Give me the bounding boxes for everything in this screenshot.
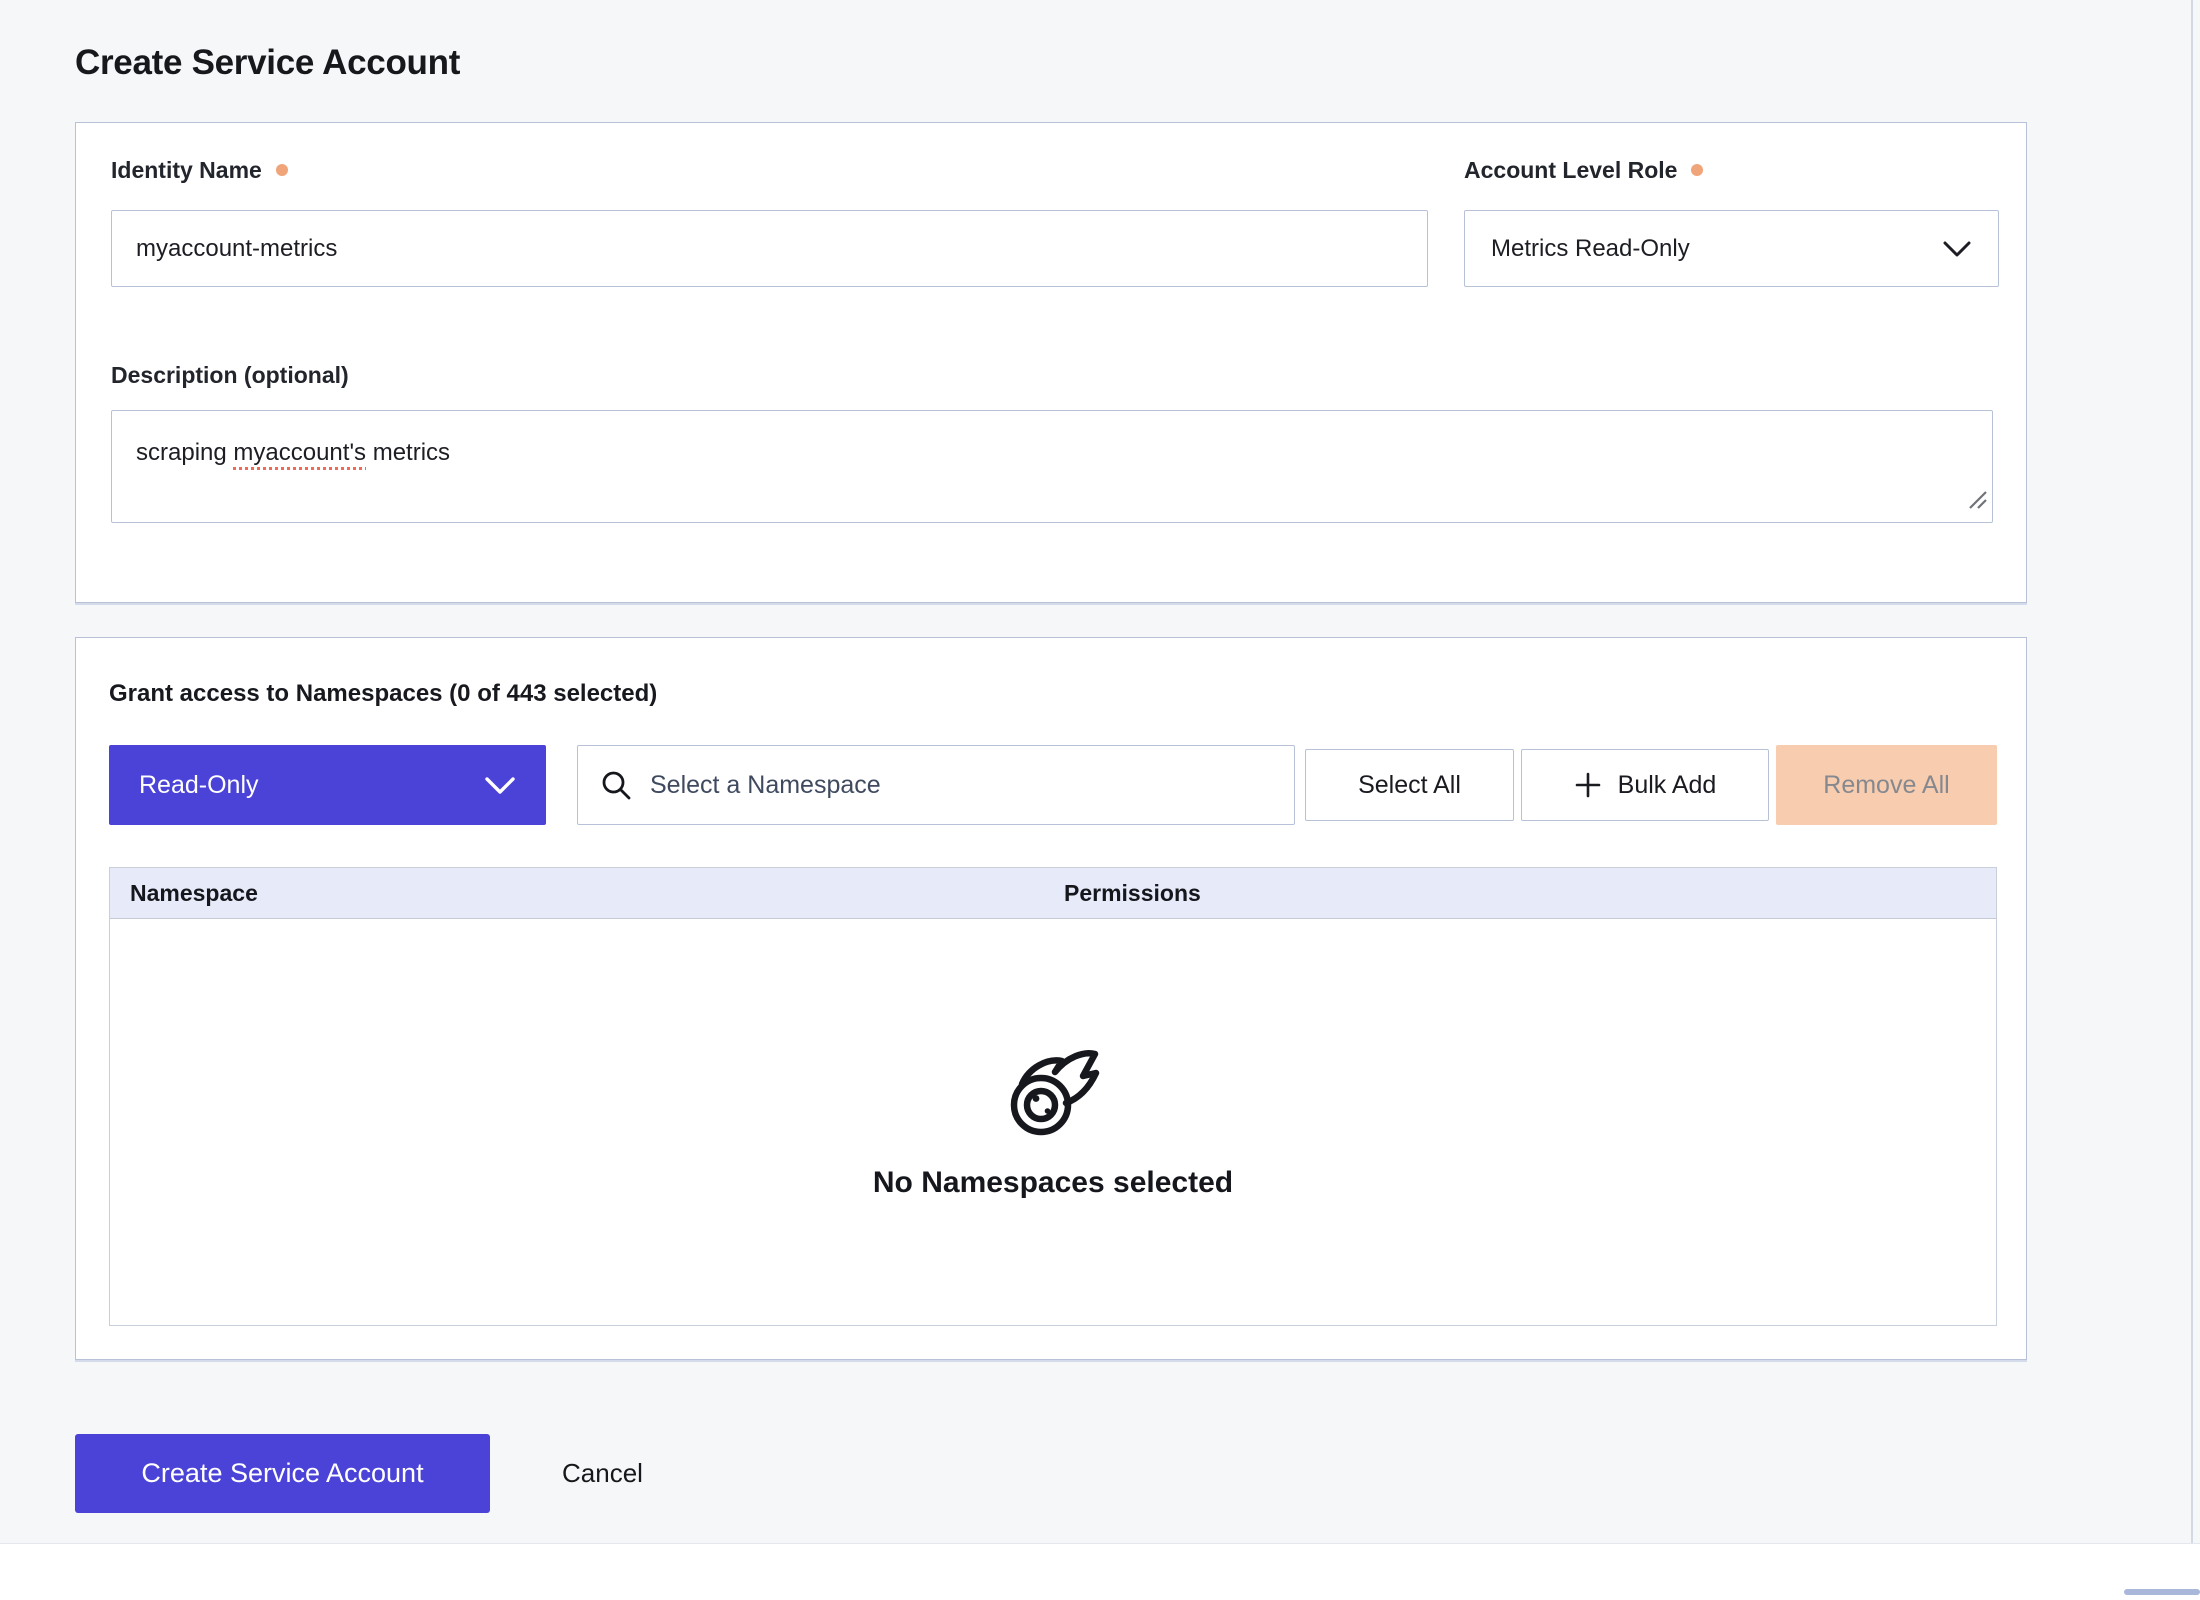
create-service-account-page: Create Service Account Identity Name Acc… [0,0,2200,1600]
create-service-account-button[interactable]: Create Service Account [75,1434,490,1513]
cancel-button[interactable]: Cancel [556,1445,649,1501]
description-textarea[interactable]: scraping myaccount's metrics [111,410,1993,523]
chevron-down-icon [484,776,516,795]
namespaces-section-title: Grant access to Namespaces (0 of 443 sel… [109,680,657,708]
comet-icon [1005,1044,1101,1140]
namespace-search-input[interactable] [648,770,1272,801]
namespace-column-header: Namespace [130,868,258,918]
required-dot [276,164,288,176]
required-dot [1691,164,1703,176]
bulk-add-button[interactable]: Bulk Add [1521,749,1769,821]
description-text: scraping myaccount's metrics [136,439,450,466]
chevron-down-icon [1942,240,1972,258]
account-level-role-value: Metrics Read-Only [1491,235,1690,263]
plus-icon [1574,771,1602,799]
namespaces-table-header: Namespace Permissions [110,868,1996,919]
page-title: Create Service Account [75,43,460,83]
permissions-column-header: Permissions [1064,868,1201,918]
identity-name-label: Identity Name [111,157,288,184]
remove-all-button[interactable]: Remove All [1776,745,1997,825]
description-label: Description (optional) [111,362,349,389]
namespace-role-value: Read-Only [139,771,259,800]
namespaces-empty-state: No Namespaces selected [110,919,1996,1325]
misspelled-word: myaccount's [233,439,366,466]
empty-state-message: No Namespaces selected [873,1166,1233,1200]
namespaces-card: Grant access to Namespaces (0 of 443 sel… [75,637,2027,1360]
bottom-strip [0,1543,2200,1600]
horizontal-scrollbar-thumb[interactable] [2124,1589,2200,1595]
identity-card: Identity Name Account Level Role Metrics… [75,122,2027,603]
right-border-divider [2191,0,2193,1590]
search-icon [600,769,632,801]
account-level-role-label: Account Level Role [1464,157,1703,184]
account-level-role-select[interactable]: Metrics Read-Only [1464,210,1999,287]
select-all-button[interactable]: Select All [1305,749,1514,821]
identity-name-input[interactable] [111,210,1428,287]
namespaces-table: Namespace Permissions No Namespaces sele… [109,867,1997,1326]
namespace-search[interactable] [577,745,1295,825]
resize-handle-icon[interactable] [1965,487,1989,519]
namespace-role-dropdown[interactable]: Read-Only [109,745,546,825]
